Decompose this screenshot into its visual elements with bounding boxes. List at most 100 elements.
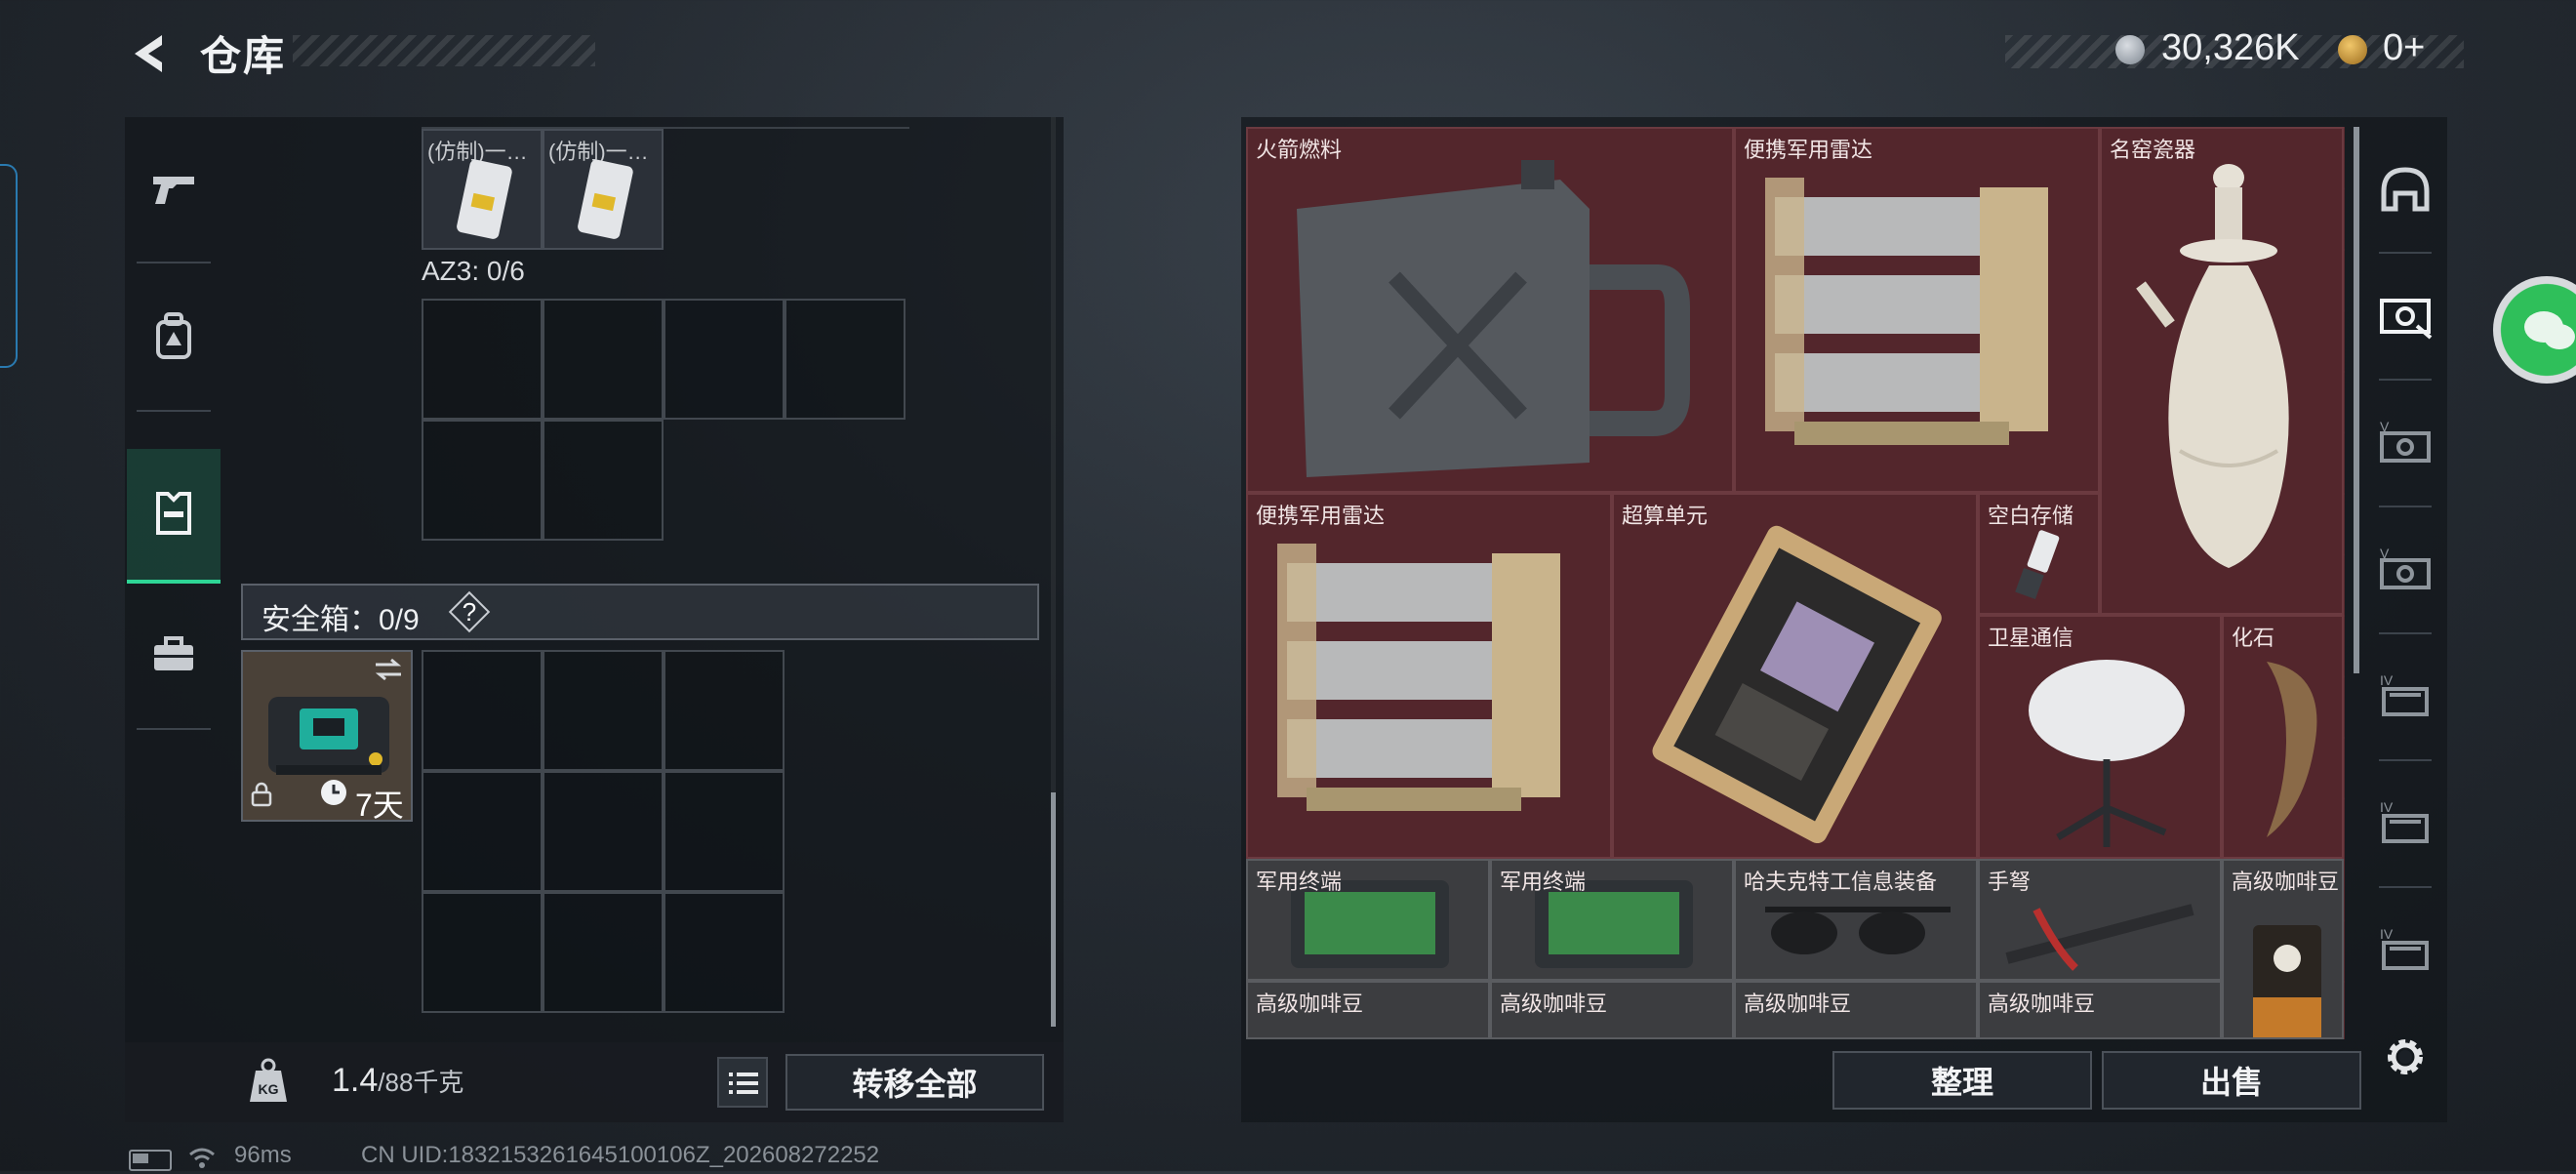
item-name: 军用终端 [1500,870,1587,894]
grid-cell[interactable] [543,892,664,1013]
item-name: 高级咖啡豆 [1744,992,1852,1016]
stash-item-military-terminal[interactable]: 军用终端 [1246,859,1490,981]
stash-item-premium-coffee-beans[interactable]: 高级咖啡豆 [1490,981,1734,1039]
sort-button[interactable]: 整理 [1832,1051,2092,1110]
tab-backpack[interactable] [127,265,221,412]
svg-text:KG: KG [259,1081,279,1097]
tab-stash-page-5[interactable]: IV [2363,761,2447,888]
grid-cell[interactable] [664,892,785,1013]
grid-cell[interactable] [422,771,543,892]
stash-item-premium-coffee-beans[interactable]: 高级咖啡豆 [2222,859,2344,1039]
stash-item-satellite-comm[interactable]: 卫星通信 [1978,615,2222,859]
svg-text:IV: IV [2380,672,2394,688]
left-scrollbar[interactable] [1051,792,1056,1027]
grid-cell[interactable] [422,650,543,771]
grid-cell[interactable] [422,892,543,1013]
item-name: 便携军用雷达 [1256,504,1386,528]
left-tab-bar [125,117,226,771]
stash-item-blank-storage[interactable]: 空白存储 [1978,493,2100,615]
stash-page-iv-icon: IV [2376,925,2435,979]
weight-kg-icon: KG [246,1057,291,1106]
az3-capacity-label: AZ3: 0/6 [422,256,525,286]
chat-bubble-icon[interactable] [2493,276,2576,384]
stash-grid: 火箭燃料 便携军用雷达 名窑瓷器 便携军用雷达 超算单元 空白存储 卫星通信 化… [1246,127,2345,1039]
item-name: 军用终端 [1256,870,1343,894]
inventory-item[interactable]: (仿制)一… [543,129,664,250]
item-name: 超算单元 [1622,504,1709,528]
grid-cell[interactable] [543,420,664,541]
safe-box-capacity-label: 安全箱：0/9 [262,604,420,636]
tab-stash-page-4[interactable]: IV [2363,634,2447,761]
grid-cell[interactable] [543,650,664,771]
grid-cell[interactable] [664,650,785,771]
grid-cell[interactable] [785,299,906,420]
stash-item-supercomputing-unit[interactable]: 超算单元 [1612,493,1978,859]
item-name: 哈夫克特工信息装备 [1744,870,1938,894]
item-name: 便携军用雷达 [1744,138,1873,162]
stash-item-hand-crossbow[interactable]: 手弩 [1978,859,2222,981]
weight-max: /88千克 [378,1068,464,1097]
stash-item-premium-coffee-beans[interactable]: 高级咖啡豆 [1978,981,2222,1039]
inventory-item[interactable]: (仿制)一… [422,129,543,250]
currency-gold-value[interactable]: 0+ [2383,27,2425,69]
stash-item-military-terminal[interactable]: 军用终端 [1490,859,1734,981]
item-name: 名窑瓷器 [2110,138,2196,162]
item-name: 高级咖啡豆 [2232,870,2340,894]
tab-equipment[interactable] [2363,127,2447,254]
carry-weight: 1.4/88千克 [332,1062,463,1100]
stash-item-famous-porcelain[interactable]: 名窑瓷器 [2100,127,2344,615]
item-name: 高级咖啡豆 [1256,992,1364,1016]
stash-scrollbar[interactable] [2354,127,2359,673]
tab-stash-page-3[interactable]: V [2363,507,2447,634]
stash-item-portable-radar[interactable]: 便携军用雷达 [1246,493,1612,859]
wifi-icon [187,1146,217,1169]
toolbox-icon [150,635,197,679]
grid-cell[interactable] [664,771,785,892]
grid-cell[interactable] [422,420,543,541]
item-name: 高级咖啡豆 [1988,992,2096,1016]
tab-toolbox[interactable] [127,584,221,730]
list-view-button[interactable] [717,1057,768,1108]
item-name: 高级咖啡豆 [1500,992,1608,1016]
stash-item-premium-coffee-beans[interactable]: 高级咖啡豆 [1246,981,1490,1039]
stash-page-v-icon: V [2376,545,2435,598]
item-name: 化石 [2232,626,2275,650]
grid-cell[interactable] [664,299,785,420]
stash-page-icon [2376,291,2435,344]
swap-icon[interactable] [374,658,403,686]
stash-item-haavk-agent-gear[interactable]: 哈夫克特工信息装备 [1734,859,1978,981]
pistol-icon [149,169,198,213]
side-drawer-handle[interactable] [0,164,18,368]
sell-button[interactable]: 出售 [2102,1051,2361,1110]
gold-coin-icon[interactable] [2338,35,2367,64]
page-title: 仓库 [200,33,287,79]
currency-silver-value: 30,326K [2161,27,2300,68]
lock-icon [251,782,272,812]
svg-text:IV: IV [2380,926,2394,942]
stash-item-portable-radar[interactable]: 便携军用雷达 [1734,127,2100,493]
silver-coin-icon [2115,35,2145,64]
safe-box-timer: 7天 [355,788,404,823]
stash-item-rocket-fuel[interactable]: 火箭燃料 [1246,127,1734,493]
user-id: CN UID:1832153261645100106Z_202608272252 [361,1142,880,1168]
help-icon[interactable]: ? [447,589,492,634]
transfer-all-button[interactable]: 转移全部 [785,1054,1044,1111]
stash-item-fossil[interactable]: 化石 [2222,615,2344,859]
divider [422,127,909,129]
stash-item-premium-coffee-beans[interactable]: 高级咖啡豆 [1734,981,1978,1039]
grid-cell[interactable] [422,299,543,420]
gear-icon[interactable] [2381,1032,2430,1081]
stash-page-iv-icon: IV [2376,671,2435,725]
tab-vest[interactable] [127,449,221,584]
tab-stash-page-2[interactable]: V [2363,381,2447,507]
tab-weapons[interactable] [127,117,221,263]
tab-stash-page-1[interactable] [2363,254,2447,381]
tab-stash-page-6[interactable]: IV [2363,888,2447,1015]
item-name: 手弩 [1988,870,2032,894]
item-name: 空白存储 [1988,504,2074,528]
grid-cell[interactable] [543,299,664,420]
helmet-icon [2378,164,2433,218]
backpack-icon [152,311,195,366]
back-arrow-icon[interactable] [125,29,174,78]
grid-cell[interactable] [543,771,664,892]
